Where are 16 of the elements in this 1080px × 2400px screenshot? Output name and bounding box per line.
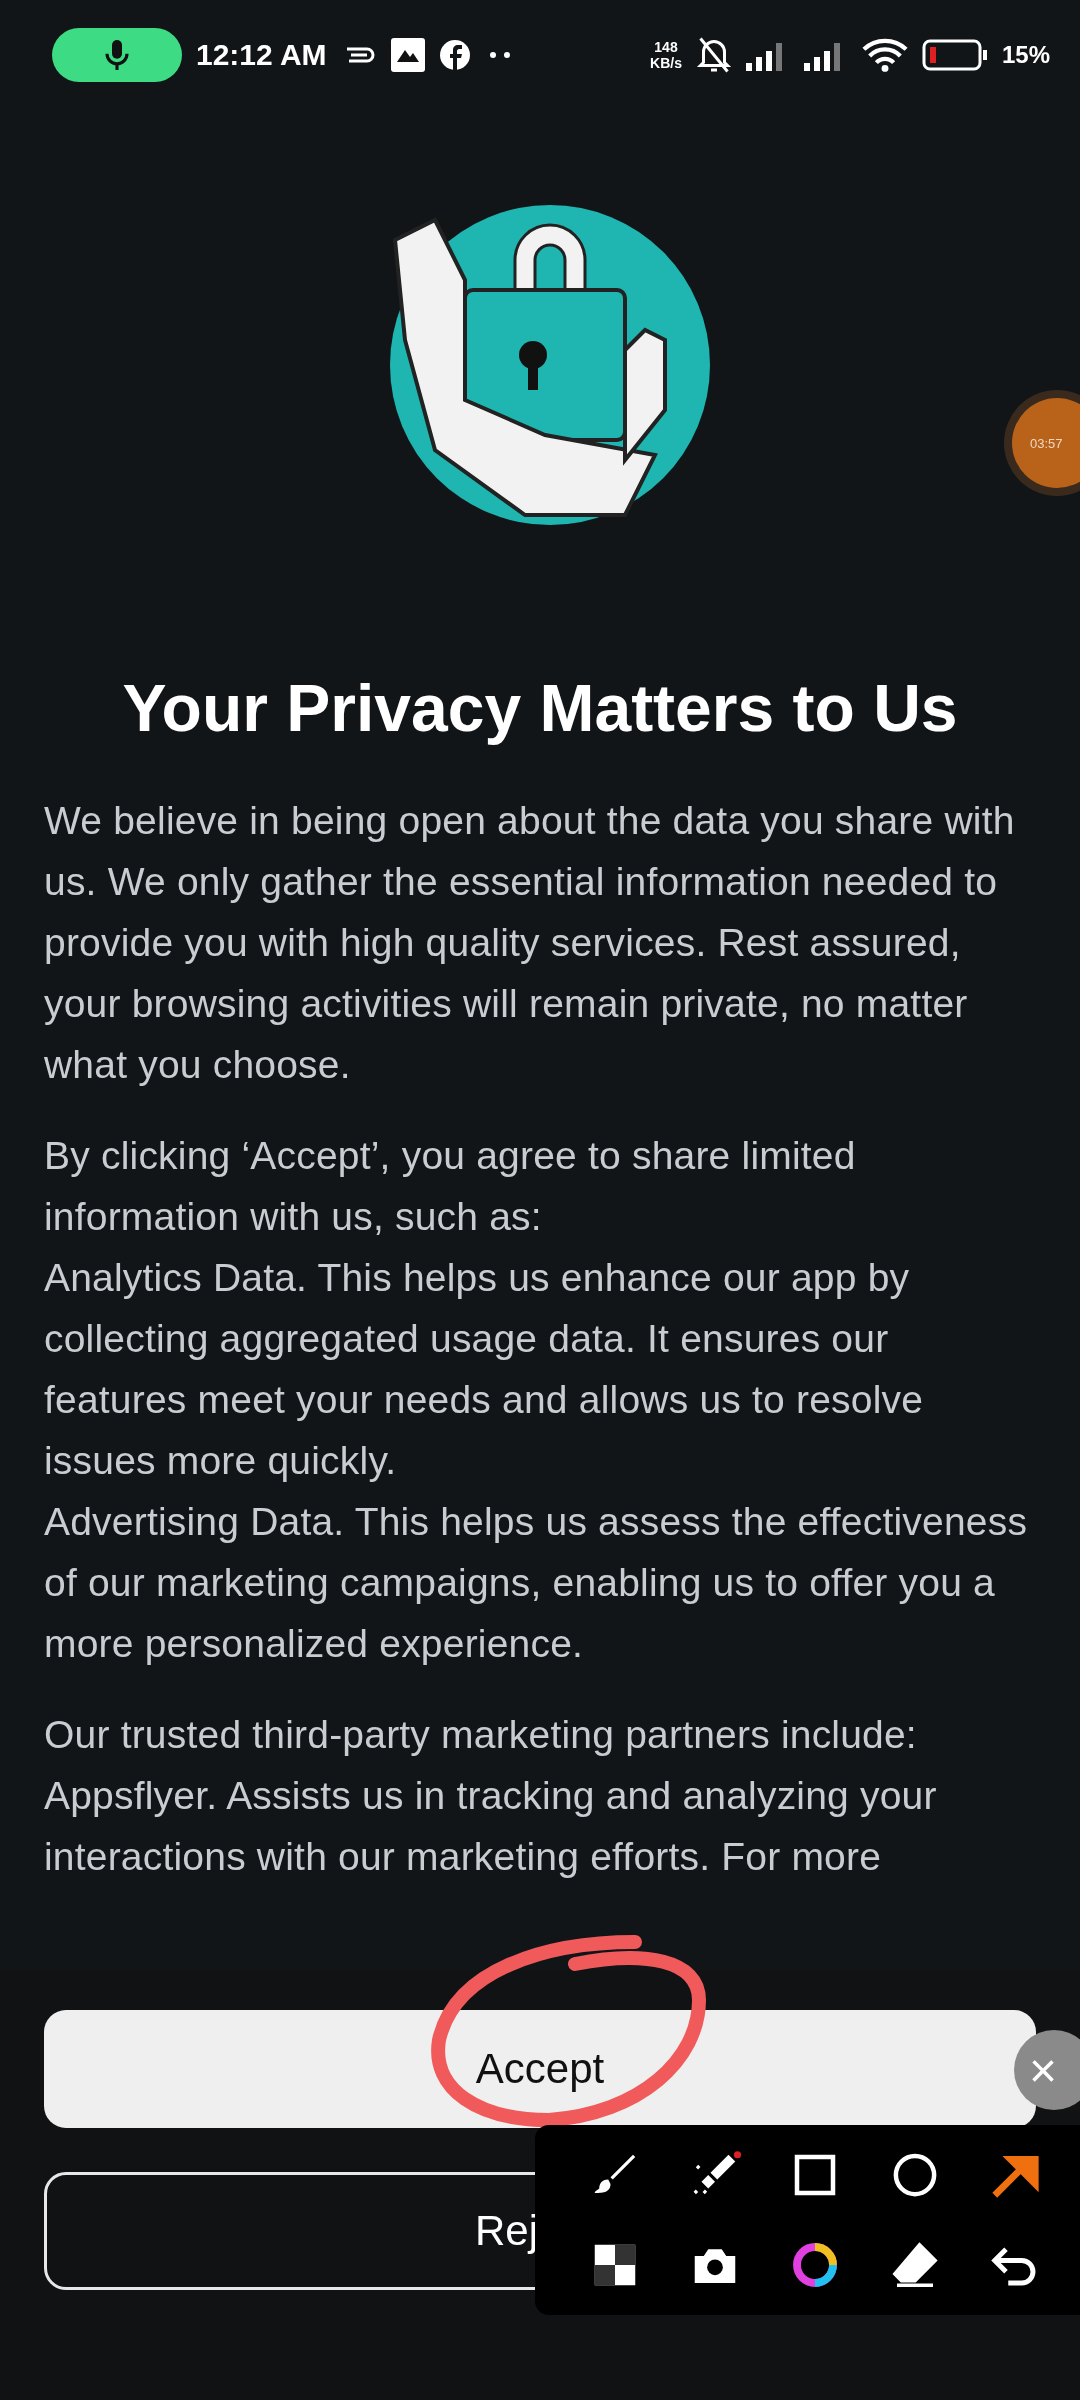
body-text: Our trusted third-party marketing partners include:	[44, 1712, 918, 1758]
status-time: 12:12 AM	[196, 38, 327, 72]
battery-icon	[921, 39, 988, 71]
body-text: We believe in being open about the data you share with us. We only gather the essential information needed to provide you with high quality services. Rest assured, your browsing activities will remain private, no matter what you choose.	[44, 798, 1016, 1088]
wifi-icon	[861, 37, 908, 73]
body-text: By clicking ‘Accept’, you agree to share limited information with us, such as:	[44, 1133, 857, 1240]
app-icon	[390, 38, 425, 72]
page-title: Your Privacy Matters to Us	[121, 670, 959, 746]
microphone-indicator[interactable]	[52, 28, 182, 82]
body-text: Advertising Data. This helps us assess the effectiveness of our marketing campaigns, enabling us to offer you a more personalized experience.	[44, 1499, 1029, 1667]
muted-bell-icon	[695, 35, 732, 75]
facebook-icon	[438, 39, 471, 71]
body-text: Appsflyer. Assists us in tracking and analyzing your interactions with our marketing efforts. For more	[44, 1773, 938, 1880]
battery-percent: 15%	[1001, 41, 1050, 69]
body-text: Analytics Data. This helps us enhance our app by collecting aggregated usage data. It ensures our features meet your needs and allows us to resolve issues more quickly.	[44, 1255, 925, 1484]
network-speed: 148 KB/s	[650, 39, 682, 71]
